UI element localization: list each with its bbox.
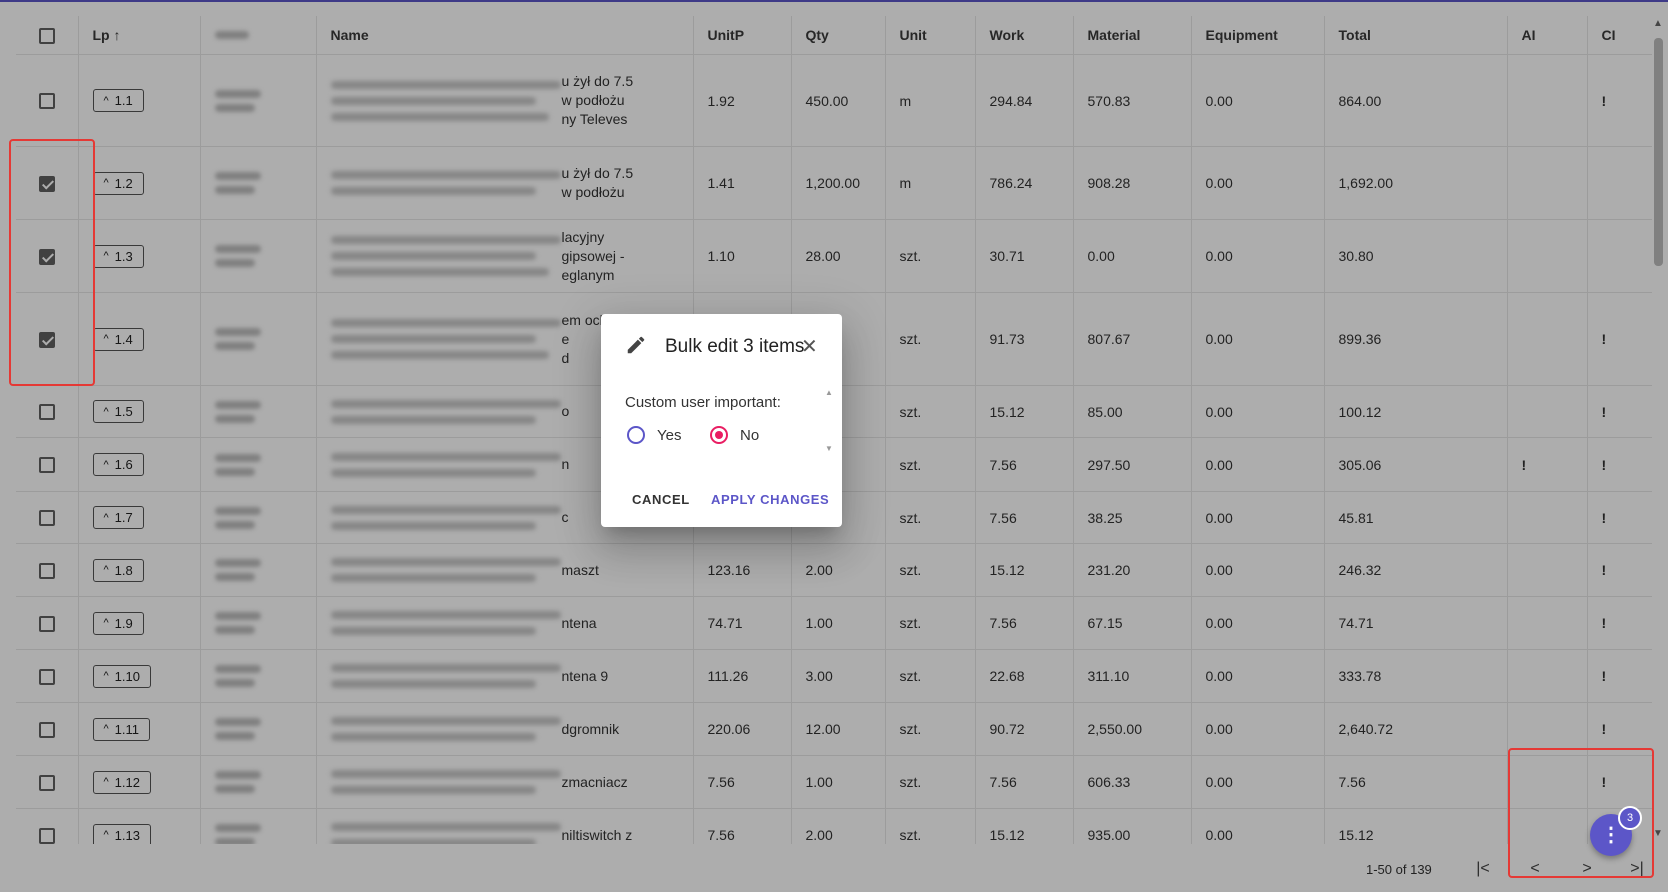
cancel-button[interactable]: CANCEL	[632, 492, 690, 507]
radio-no-label[interactable]: No	[740, 427, 759, 444]
chevron-up-icon[interactable]: ▲	[825, 388, 833, 397]
radio-yes-label[interactable]: Yes	[657, 427, 681, 444]
annotation-box-selected-rows	[9, 139, 95, 386]
custom-user-important-label: Custom user important:	[625, 394, 781, 411]
dialog-title: Bulk edit 3 items	[665, 336, 805, 357]
pencil-icon	[627, 336, 645, 354]
radio-option-yes[interactable]: Yes	[627, 426, 681, 444]
dialog-scrollbar[interactable]: ▲ ▼	[825, 388, 835, 454]
app-root: Lp ↑ Name UnitP Qty Unit Work Material E…	[0, 0, 1668, 892]
fab-count-badge: 3	[1618, 806, 1642, 830]
close-icon[interactable]: ✕	[801, 334, 818, 359]
chevron-down-icon[interactable]: ▼	[825, 444, 833, 453]
more-vert-icon: ⋮	[1601, 824, 1621, 846]
apply-changes-button[interactable]: APPLY CHANGES	[711, 492, 829, 507]
bulk-edit-dialog: Bulk edit 3 items ✕ Custom user importan…	[601, 314, 842, 527]
radio-option-no[interactable]: No	[710, 426, 759, 444]
radio-no-circle[interactable]	[710, 426, 728, 444]
radio-yes-circle[interactable]	[627, 426, 645, 444]
